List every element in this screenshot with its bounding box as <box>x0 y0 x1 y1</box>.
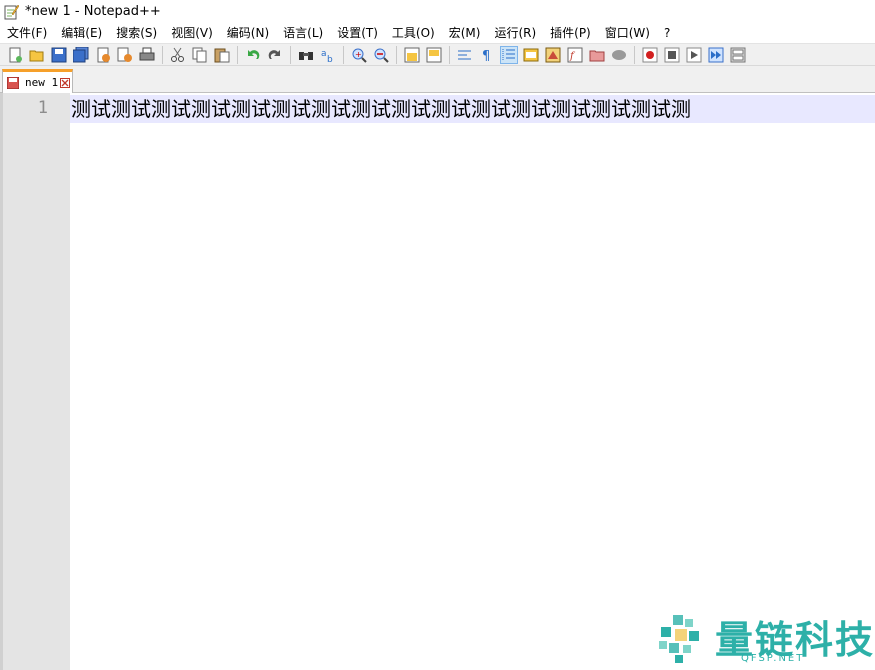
paste-icon[interactable] <box>214 47 230 63</box>
toolbar-separator <box>634 45 635 64</box>
editor-area[interactable]: 1 测试测试测试测试测试测试测试测试测试测试测试测试测试测试测试测 <box>0 93 875 670</box>
svg-text:+: + <box>355 50 362 59</box>
line-number-gutter: 1 <box>0 93 70 670</box>
new-file-icon[interactable] <box>7 47 23 63</box>
menu-encoding[interactable]: 编码(N) <box>220 23 276 43</box>
macro-record-icon[interactable] <box>642 47 658 63</box>
line-number: 1 <box>37 98 48 118</box>
undo-icon[interactable] <box>245 47 261 63</box>
macro-run-multiple-icon[interactable] <box>708 47 724 63</box>
toolbar-separator <box>396 45 397 64</box>
window-title: *new 1 - Notepad++ <box>25 4 161 19</box>
toolbar-separator <box>237 45 238 64</box>
toolbar-separator <box>449 45 450 64</box>
watermark-logo-icon <box>655 613 707 665</box>
svg-text:a: a <box>321 49 327 59</box>
zoom-out-icon[interactable] <box>373 47 389 63</box>
menu-window[interactable]: 窗口(W) <box>598 23 657 43</box>
show-all-characters-icon[interactable]: ¶ <box>479 47 495 64</box>
menu-file[interactable]: 文件(F) <box>0 23 54 43</box>
toolbar-separator <box>343 45 344 64</box>
zoom-in-icon[interactable]: + <box>351 47 367 63</box>
watermark-subtext: QFSP.NET <box>741 653 805 664</box>
redo-icon[interactable] <box>267 47 283 63</box>
function-list-icon[interactable]: f <box>567 47 583 63</box>
cut-icon[interactable] <box>170 47 186 63</box>
folder-workspace-icon[interactable] <box>589 47 605 63</box>
menu-run[interactable]: 运行(R) <box>487 23 543 43</box>
close-icon[interactable] <box>95 47 111 63</box>
menu-tools[interactable]: 工具(O) <box>385 23 442 43</box>
monitoring-icon[interactable] <box>611 47 627 63</box>
editor-line-text[interactable]: 测试测试测试测试测试测试测试测试测试测试测试测试测试测试测试测 <box>71 95 875 123</box>
print-icon[interactable] <box>139 47 155 63</box>
menu-bar: 文件(F) 编辑(E) 搜索(S) 视图(V) 编码(N) 语言(L) 设置(T… <box>0 23 875 43</box>
macro-play-icon[interactable] <box>686 47 702 63</box>
tab-bar: new 1 <box>0 66 875 93</box>
tab-new-1[interactable]: new 1 <box>2 69 73 93</box>
macro-save-icon[interactable] <box>730 47 746 63</box>
title-bar: *new 1 - Notepad++ <box>0 0 875 23</box>
copy-icon[interactable] <box>192 47 208 63</box>
menu-help[interactable]: ? <box>657 23 677 43</box>
menu-settings[interactable]: 设置(T) <box>330 23 385 43</box>
document-map-icon[interactable] <box>545 47 561 63</box>
sync-horizontal-scroll-icon[interactable] <box>426 47 442 63</box>
menu-edit[interactable]: 编辑(E) <box>54 23 109 43</box>
toolbar-separator <box>162 45 163 64</box>
find-icon[interactable] <box>298 47 314 63</box>
close-all-icon[interactable] <box>117 47 133 63</box>
menu-macro[interactable]: 宏(M) <box>442 23 488 43</box>
save-all-icon[interactable] <box>72 46 89 63</box>
svg-text:¶: ¶ <box>482 49 490 63</box>
tab-close-icon[interactable] <box>60 77 71 88</box>
indent-guide-icon[interactable] <box>500 45 518 64</box>
unsaved-file-icon <box>6 76 20 89</box>
svg-text:b: b <box>327 55 333 63</box>
replace-icon[interactable]: ab <box>320 47 336 65</box>
sync-vertical-scroll-icon[interactable] <box>404 47 420 63</box>
menu-search[interactable]: 搜索(S) <box>109 23 164 43</box>
open-file-icon[interactable] <box>29 47 45 63</box>
notepadpp-app-icon <box>3 4 20 20</box>
menu-language[interactable]: 语言(L) <box>276 23 330 43</box>
save-icon[interactable] <box>51 47 67 63</box>
toolbar-separator <box>290 45 291 64</box>
user-language-icon[interactable] <box>523 47 539 63</box>
word-wrap-icon[interactable] <box>457 47 473 63</box>
menu-view[interactable]: 视图(V) <box>164 23 220 43</box>
macro-stop-icon[interactable] <box>664 47 680 63</box>
menu-plugins[interactable]: 插件(P) <box>543 23 598 43</box>
watermark: 量链科技 QFSP.NET <box>655 605 875 670</box>
tab-label: new 1 <box>25 76 59 89</box>
toolbar: ab + ¶ f <box>0 43 875 66</box>
